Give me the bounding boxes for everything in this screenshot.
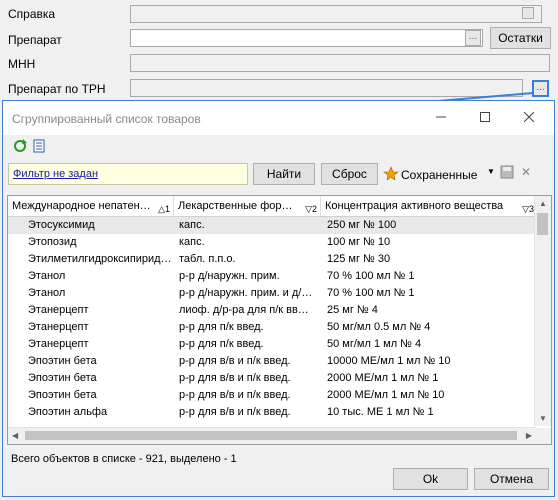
filter-link[interactable]: Фильтр не задан [8,163,248,185]
grid-rows: Этосуксимид капс. 250 мг № 100 Этопозид капс… [8,217,538,421]
sort-icon: ▽2 [305,204,317,214]
table-row[interactable]: Этопозид капс. 100 мг № 10 [8,234,538,251]
cell-mnn: Этилметилгидроксипирид… [28,253,172,265]
clear-filter-icon[interactable]: ✕ [521,165,531,179]
cell-form: р-р для в/в и п/к введ. [179,406,291,418]
table-row[interactable]: Эпоэтин альфа р-р для в/в и п/к введ. 10 т… [8,404,538,421]
ok-button[interactable]: Ok [393,468,468,490]
grouped-list-dialog: Сгруппированный список товаров Фильтр не… [2,100,555,497]
scroll-corner [535,428,551,444]
horizontal-scrollbar[interactable]: ◀ ▶ [8,427,536,444]
cell-concentration: 125 мг № 30 [327,253,391,265]
table-row[interactable]: Этилметилгидроксипирид… табл. п.п.о. 125 м… [8,251,538,268]
cell-form: лиоф. д/р-ра для п/к вв… [179,304,309,316]
cell-mnn: Этанол [28,270,66,282]
table-row[interactable]: Эпоэтин бета р-р для в/в и п/к введ. 10000… [8,353,538,370]
maximize-icon[interactable] [463,105,507,131]
grid-header: Международное непатен… △1 Лекарственные … [8,196,538,217]
table-row[interactable]: Этанерцепт лиоф. д/р-ра для п/к вв… 25 мг … [8,302,538,319]
settings-icon[interactable] [33,139,47,156]
cell-concentration: 25 мг № 4 [327,304,378,316]
saved-filters-label[interactable]: Сохраненные [401,168,477,182]
cell-concentration: 50 мг/мл 0.5 мл № 4 [327,321,431,333]
cell-mnn: Эпоэтин бета [28,355,97,367]
cell-concentration: 10000 МЕ/мл 1 мл № 10 [327,355,451,367]
cell-form: капс. [179,219,205,231]
filter-bar: Фильтр не задан Найти Сброс Сохраненные … [3,159,554,187]
cell-mnn: Эпоэтин бета [28,389,97,401]
column-header-concentration[interactable]: Концентрация активного вещества ▽3 [321,196,538,216]
cell-concentration: 50 мг/мл 1 мл № 4 [327,338,422,350]
sort-icon: ▽3 [522,204,534,214]
sort-icon: △1 [158,204,170,214]
table-row[interactable]: Этанерцепт р-р для п/к введ. 50 мг/мл 1 мл… [8,336,538,353]
cell-form: р-р для п/к введ. [179,321,264,333]
cell-concentration: 250 мг № 100 [327,219,397,231]
table-row[interactable]: Этанерцепт р-р для п/к введ. 50 мг/мл 0.5 … [8,319,538,336]
cancel-button[interactable]: Отмена [474,468,549,490]
cell-concentration: 100 мг № 10 [327,236,391,248]
table-row[interactable]: Эпоэтин бета р-р для в/в и п/к введ. 2000 … [8,370,538,387]
vertical-scrollbar[interactable]: ▲ ▼ [534,196,551,426]
vertical-scroll-thumb[interactable] [537,213,548,235]
column-header-form[interactable]: Лекарственные фор… ▽2 [174,196,321,216]
cell-form: р-р д/наружн. прим. [179,270,280,282]
cell-mnn: Этосуксимид [28,219,95,231]
cell-concentration: 70 % 100 мл № 1 [327,270,415,282]
table-row[interactable]: Этанол р-р д/наружн. прим. и д/… 70 % 100 … [8,285,538,302]
cell-mnn: Этанерцепт [28,321,89,333]
reset-button[interactable]: Сброс [321,163,378,185]
cell-concentration: 2000 МЕ/мл 1 мл № 1 [327,372,439,384]
cell-mnn: Этанерцепт [28,304,89,316]
cell-form: капс. [179,236,205,248]
cell-form: р-р для в/в и п/к введ. [179,389,291,401]
dialog-toolbar [3,135,554,157]
minimize-icon[interactable] [419,105,463,131]
column-header-mnn[interactable]: Международное непатен… △1 [8,196,174,216]
dropdown-arrow-icon[interactable]: ▼ [487,167,495,176]
cell-form: р-р д/наружн. прим. и д/… [179,287,313,299]
cell-mnn: Эпоэтин альфа [28,406,108,418]
cell-concentration: 10 тыс. МЕ 1 мл № 1 [327,406,434,418]
table-row[interactable]: Этанол р-р д/наружн. прим. 70 % 100 мл № 1 [8,268,538,285]
cell-mnn: Этанол [28,287,66,299]
close-icon[interactable] [507,105,551,131]
cell-form: р-р для в/в и п/к введ. [179,355,291,367]
status-text: Всего объектов в списке - 921, выделено … [11,453,237,465]
cell-form: р-р для п/к введ. [179,338,264,350]
find-button[interactable]: Найти [253,163,315,185]
cell-mnn: Эпоэтин бета [28,372,97,384]
scroll-right-icon[interactable]: ▶ [526,431,532,440]
cell-mnn: Этанерцепт [28,338,89,350]
table-row[interactable]: Этосуксимид капс. 250 мг № 100 [8,217,538,234]
products-grid[interactable]: Международное непатен… △1 Лекарственные … [7,195,552,445]
refresh-icon[interactable] [13,139,27,156]
scroll-down-icon[interactable]: ▼ [539,414,547,423]
dialog-titlebar: Сгруппированный список товаров [3,101,554,135]
cell-form: р-р для в/в и п/к введ. [179,372,291,384]
scroll-left-icon[interactable]: ◀ [12,431,18,440]
cell-concentration: 2000 МЕ/мл 1 мл № 10 [327,389,445,401]
horizontal-scroll-thumb[interactable] [25,431,517,440]
dialog-title: Сгруппированный список товаров [12,112,201,126]
cell-concentration: 70 % 100 мл № 1 [327,287,415,299]
cell-form: табл. п.п.о. [179,253,236,265]
cell-mnn: Этопозид [28,236,77,248]
scroll-up-icon[interactable]: ▲ [539,199,547,208]
table-row[interactable]: Эпоэтин бета р-р для в/в и п/к введ. 2000 … [8,387,538,404]
save-icon[interactable] [500,165,514,182]
star-icon [383,166,399,183]
